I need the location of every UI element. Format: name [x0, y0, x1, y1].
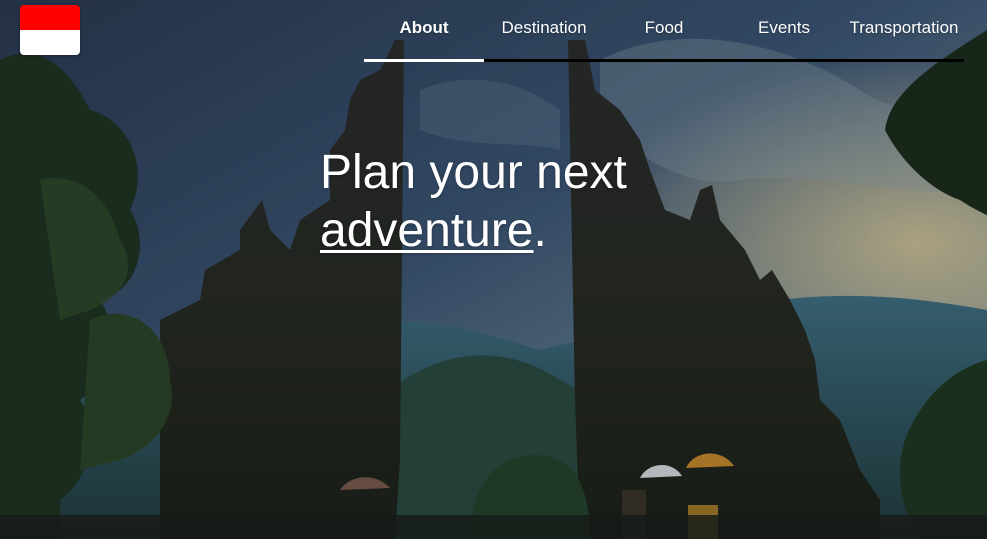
nav-item-transportation[interactable]: Transportation	[844, 18, 964, 38]
nav-active-indicator	[364, 59, 484, 62]
background-overlay	[0, 0, 987, 539]
flag-red-band	[20, 5, 80, 30]
hero-headline: Plan your next adventure.	[320, 144, 780, 260]
headline-line-1: Plan your next	[320, 146, 627, 199]
headline-period: .	[533, 204, 547, 257]
main-navigation: About Destination Food Events Transporta…	[364, 0, 964, 62]
nav-item-about[interactable]: About	[364, 18, 484, 38]
nav-item-events[interactable]: Events	[724, 18, 844, 38]
headline-line-2: adventure.	[320, 202, 780, 260]
nav-item-destination[interactable]: Destination	[484, 18, 604, 38]
flag-white-band	[20, 30, 80, 55]
nav-item-food[interactable]: Food	[604, 18, 724, 38]
adventure-link[interactable]: adventure	[320, 204, 534, 257]
hero-section: About Destination Food Events Transporta…	[0, 0, 987, 539]
indonesia-flag-logo[interactable]	[20, 5, 80, 55]
